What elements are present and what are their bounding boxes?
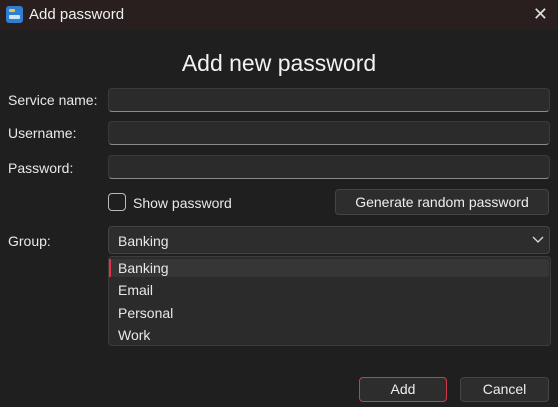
group-dropdown-list: Banking Email Personal Work: [108, 256, 551, 346]
service-name-label: Service name:: [8, 92, 98, 108]
group-selected-value: Banking: [118, 233, 169, 249]
password-input[interactable]: [108, 155, 550, 179]
username-input[interactable]: [108, 121, 550, 145]
generate-password-button[interactable]: Generate random password: [335, 189, 549, 215]
window-title: Add password: [29, 6, 125, 23]
close-icon[interactable]: ✕: [533, 4, 548, 25]
group-option-banking[interactable]: Banking: [118, 258, 169, 278]
group-label: Group:: [8, 233, 51, 249]
chevron-down-icon: [532, 236, 544, 243]
title-bar: Add password ✕: [0, 0, 558, 30]
group-option-work[interactable]: Work: [118, 325, 150, 345]
page-title: Add new password: [181, 50, 377, 76]
password-label: Password:: [8, 160, 74, 176]
cancel-button[interactable]: Cancel: [460, 377, 549, 402]
add-button[interactable]: Add: [359, 377, 447, 402]
selection-indicator: [109, 259, 111, 277]
show-password-label[interactable]: Show password: [133, 195, 232, 211]
group-select[interactable]: Banking: [108, 226, 550, 254]
group-option-personal[interactable]: Personal: [118, 303, 173, 323]
selected-highlight: [110, 259, 549, 277]
username-label: Username:: [8, 125, 77, 141]
service-name-input[interactable]: [108, 88, 550, 112]
app-icon: [6, 6, 23, 23]
show-password-checkbox[interactable]: [108, 193, 126, 211]
group-option-email[interactable]: Email: [118, 280, 153, 300]
